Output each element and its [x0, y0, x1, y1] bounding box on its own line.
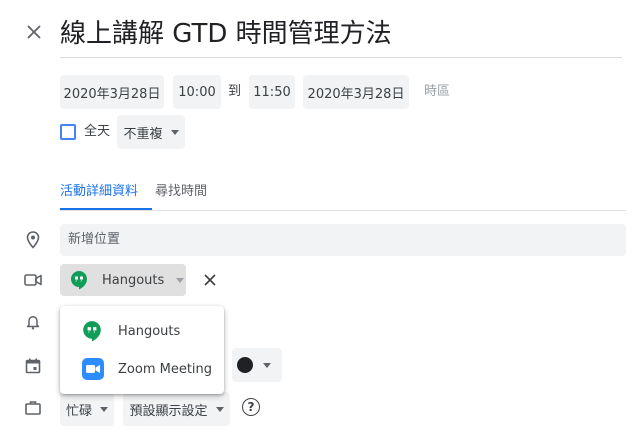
start-date-chip[interactable]: 2020年3月28日: [60, 75, 164, 109]
hangouts-icon: [70, 270, 88, 290]
visibility-select[interactable]: 預設顯示設定: [123, 392, 230, 426]
all-day-checkbox[interactable]: [60, 124, 76, 140]
help-icon[interactable]: ?: [242, 398, 260, 416]
conference-select[interactable]: Hangouts: [60, 264, 186, 296]
location-pin-icon: [22, 229, 44, 251]
event-color-swatch: [237, 357, 253, 373]
tab-divider: [60, 210, 626, 211]
repeat-value: 不重複: [123, 126, 163, 142]
menu-item-label: Zoom Meeting: [118, 361, 213, 377]
conference-dropdown-menu: Hangouts Zoom Meeting: [60, 306, 224, 394]
chevron-down-icon: [215, 406, 224, 412]
conference-selected-label: Hangouts: [102, 272, 165, 288]
tab-event-details[interactable]: 活動詳細資料: [60, 184, 138, 200]
menu-item-label: Hangouts: [118, 323, 181, 339]
repeat-select[interactable]: 不重複: [117, 115, 185, 149]
tab-find-time[interactable]: 尋找時間: [155, 184, 207, 200]
video-camera-icon: [22, 269, 44, 291]
zoom-icon: [82, 358, 104, 380]
all-day-label: 全天: [84, 124, 111, 139]
availability-select[interactable]: 忙碌: [60, 392, 114, 426]
tab-active-indicator: [60, 208, 152, 210]
menu-item-hangouts[interactable]: Hangouts: [60, 312, 224, 350]
calendar-icon: [22, 355, 44, 377]
timezone-link[interactable]: 時區: [424, 75, 450, 109]
end-date-chip[interactable]: 2020年3月28日: [303, 75, 409, 109]
start-time-chip[interactable]: 10:00: [173, 75, 221, 109]
event-title-input[interactable]: 線上講解 GTD 時間管理方法: [60, 14, 622, 58]
chevron-down-icon: [263, 362, 271, 368]
chevron-down-icon: [100, 406, 108, 412]
to-label: 到: [228, 84, 242, 99]
end-time-chip[interactable]: 11:50: [249, 75, 295, 109]
briefcase-icon: [22, 396, 44, 418]
event-color-select[interactable]: [232, 348, 282, 382]
location-input[interactable]: 新增位置: [60, 224, 626, 256]
availability-value: 忙碌: [65, 403, 92, 419]
menu-item-zoom[interactable]: Zoom Meeting: [60, 350, 224, 388]
chevron-down-icon: [176, 277, 185, 283]
close-icon[interactable]: [20, 18, 48, 46]
bell-icon: [22, 311, 44, 333]
chevron-down-icon: [170, 129, 179, 135]
hangouts-icon: [82, 320, 104, 342]
remove-conference-button[interactable]: [198, 268, 222, 292]
visibility-value: 預設顯示設定: [129, 403, 208, 419]
